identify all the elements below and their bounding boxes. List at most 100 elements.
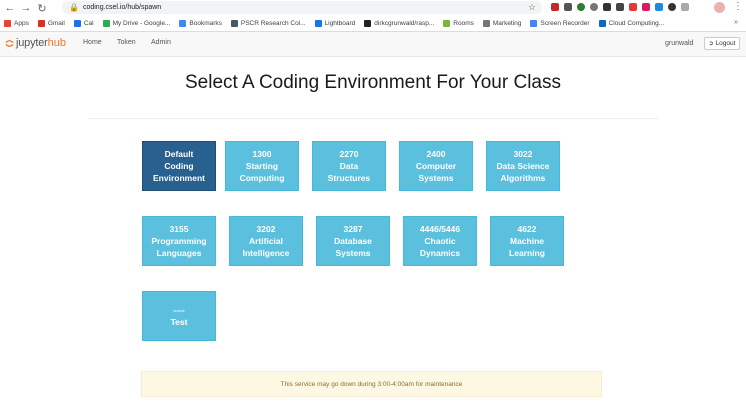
- bookmark-label: Marketing: [492, 20, 522, 27]
- environment-label: ---- Test: [171, 304, 188, 328]
- lock-icon: 🔒: [69, 3, 79, 12]
- environment-label-line: Structures: [327, 173, 371, 183]
- environment-button[interactable]: Default Coding Environment: [142, 141, 216, 191]
- back-arrow-icon[interactable]: ←: [4, 2, 16, 14]
- bookmark-item[interactable]: Bookmarks: [179, 20, 222, 27]
- extension-icon[interactable]: [551, 3, 559, 11]
- environment-label-line: 4622: [517, 224, 537, 234]
- bookmark-item[interactable]: PSCR Research Col...: [230, 20, 306, 27]
- environment-label-line: Artificial: [248, 236, 283, 246]
- environment-label-line: Learning: [509, 248, 545, 258]
- environment-button[interactable]: 1300 Starting Computing: [225, 141, 299, 191]
- logout-button[interactable]: ➲ Logout: [704, 37, 740, 50]
- environment-label-line: Starting: [245, 161, 279, 171]
- environment-label-line: 3202: [256, 224, 276, 234]
- extension-icon[interactable]: [616, 3, 624, 11]
- environment-label: 4622 Machine Learning: [509, 223, 545, 259]
- environment-label-line: 2400: [426, 149, 446, 159]
- jupyterhub-logo[interactable]: jupyter hub: [5, 37, 66, 49]
- logout-icon: ➲: [708, 41, 714, 47]
- extension-icon[interactable]: [577, 3, 585, 11]
- bookmark-label: Cloud Computing...: [608, 20, 665, 27]
- environment-label: 1300 Starting Computing: [240, 148, 285, 184]
- menu-kebab-icon[interactable]: ⋮: [733, 1, 743, 12]
- bookmark-icon: [230, 20, 238, 27]
- bookmark-item[interactable]: Gmail: [37, 20, 65, 27]
- environment-label-line: Systems: [418, 173, 454, 183]
- bookmark-icon: [179, 20, 187, 27]
- extension-icon[interactable]: [642, 3, 650, 11]
- nav-token-link[interactable]: Token: [117, 39, 136, 46]
- environment-button[interactable]: 3155 Programming Languages: [142, 216, 216, 266]
- bookmark-item[interactable]: Lightboard: [314, 20, 355, 27]
- environment-label-line: Dynamics: [419, 248, 461, 258]
- divider: [88, 118, 658, 119]
- logo-jupyter-text: jupyter: [16, 37, 48, 49]
- bookmark-label: Cal: [83, 20, 94, 27]
- bookmark-item[interactable]: dirkcgrunwald/rasp...: [364, 20, 434, 27]
- extension-icon[interactable]: [681, 3, 689, 11]
- environment-label-line: Environment: [153, 173, 205, 183]
- environment-button[interactable]: 4446/5446 Chaotic Dynamics: [403, 216, 477, 266]
- environment-label-line: Intelligence: [242, 248, 290, 258]
- environment-label-line: Default: [164, 149, 194, 159]
- extension-icon[interactable]: [590, 3, 598, 11]
- environment-label-line: Chaotic: [424, 236, 456, 246]
- environment-label: 3202 Artificial Intelligence: [243, 223, 290, 259]
- environment-button[interactable]: 3287 Database Systems: [316, 216, 390, 266]
- extensions: [551, 3, 689, 11]
- environment-button[interactable]: ---- Test: [142, 291, 216, 341]
- environment-label-line: Systems: [335, 248, 371, 258]
- logo-hub-text: hub: [47, 37, 66, 49]
- environment-label-line: 4446/5446: [419, 224, 461, 234]
- bookmark-item[interactable]: Cal: [73, 20, 94, 27]
- extension-icon[interactable]: [668, 3, 676, 11]
- bookmark-icon: [364, 20, 372, 27]
- environment-button[interactable]: 2270 Data Structures: [312, 141, 386, 191]
- environment-label-line: Computer: [415, 161, 457, 171]
- bookmark-icon: [482, 20, 490, 27]
- bookmark-icon: [530, 20, 538, 27]
- bookmark-label: Gmail: [47, 20, 65, 27]
- environment-button[interactable]: 3022 Data Science Algorithms: [486, 141, 560, 191]
- environment-button[interactable]: 2400 Computer Systems: [399, 141, 473, 191]
- bookmark-label: Rooms: [453, 20, 474, 27]
- bookmark-item[interactable]: Apps: [4, 20, 29, 27]
- environment-label: Default Coding Environment: [153, 148, 205, 184]
- profile-avatar[interactable]: [714, 2, 725, 13]
- forward-arrow-icon[interactable]: →: [20, 2, 32, 14]
- bookmark-item[interactable]: Cloud Computing...: [598, 20, 665, 27]
- bookmark-icon: [598, 20, 606, 27]
- environment-label: 2270 Data Structures: [328, 148, 371, 184]
- bookmark-label: My Drive - Google...: [112, 20, 171, 27]
- reload-icon[interactable]: ↻: [36, 2, 48, 15]
- environment-label-line: Database: [334, 236, 372, 246]
- bookmark-label: PSCR Research Col...: [240, 20, 306, 27]
- environment-label-line: 3155: [169, 224, 189, 234]
- bookmark-item[interactable]: Rooms: [443, 20, 474, 27]
- bookmark-item[interactable]: My Drive - Google...: [102, 20, 171, 27]
- nav-home-link[interactable]: Home: [83, 39, 102, 46]
- environment-button[interactable]: 4622 Machine Learning: [490, 216, 564, 266]
- bookmark-icon: [443, 20, 451, 27]
- maintenance-notice: This service may go down during 3:00-4:0…: [141, 371, 602, 397]
- bookmark-icon: [4, 20, 11, 27]
- bookmark-label: Bookmarks: [189, 20, 222, 27]
- bookmark-icon: [314, 20, 322, 27]
- address-bar[interactable]: 🔒 coding.csel.io/hub/spawn ☆: [62, 1, 542, 14]
- bookmark-item[interactable]: Marketing: [482, 20, 522, 27]
- environment-label-line: Coding: [164, 161, 194, 171]
- extension-icon[interactable]: [629, 3, 637, 11]
- bookmark-label: dirkcgrunwald/rasp...: [374, 20, 435, 27]
- environment-label-line: 3022: [513, 149, 533, 159]
- bookmark-item[interactable]: Screen Recorder: [530, 20, 590, 27]
- extension-icon[interactable]: [603, 3, 611, 11]
- url-text: coding.csel.io/hub/spawn: [82, 4, 162, 11]
- bookmarks-more-icon[interactable]: »: [734, 19, 738, 26]
- bookmark-star-icon[interactable]: ☆: [528, 2, 536, 13]
- environment-button[interactable]: 3202 Artificial Intelligence: [229, 216, 303, 266]
- environment-label: 3287 Database Systems: [334, 223, 372, 259]
- extension-icon[interactable]: [564, 3, 572, 11]
- nav-admin-link[interactable]: Admin: [151, 39, 171, 46]
- extension-icon[interactable]: [655, 3, 663, 11]
